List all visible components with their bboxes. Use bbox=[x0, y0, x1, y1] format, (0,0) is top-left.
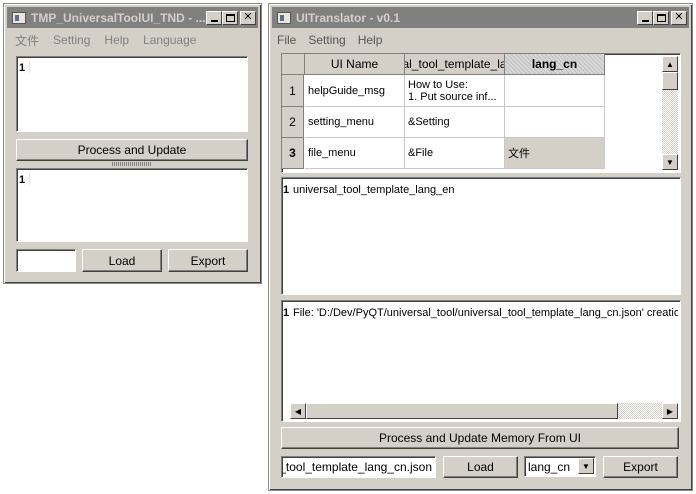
right-titlebar[interactable]: UITranslator - v0.1 ✕ bbox=[272, 7, 689, 28]
column-header[interactable]: al_tool_template_la bbox=[405, 54, 505, 75]
close-icon[interactable]: ✕ bbox=[240, 10, 256, 25]
close-icon[interactable]: ✕ bbox=[671, 10, 687, 25]
maximize-icon[interactable] bbox=[222, 10, 238, 25]
log-horizontal-scrollbar[interactable]: ◀ ▶ bbox=[290, 403, 678, 419]
table-cell[interactable]: &File bbox=[405, 138, 505, 169]
scroll-left-icon[interactable]: ◀ bbox=[290, 403, 306, 419]
table-cell[interactable]: 文件 bbox=[505, 138, 605, 169]
table-cell[interactable]: How to Use: 1. Put source inf... bbox=[405, 75, 505, 107]
language-select[interactable]: lang_cn ▼ bbox=[524, 456, 596, 477]
scroll-up-icon[interactable]: ▲ bbox=[662, 56, 678, 72]
scroll-thumb[interactable] bbox=[306, 403, 618, 419]
load-button[interactable]: Load bbox=[443, 456, 518, 478]
menu-setting[interactable]: Setting bbox=[46, 33, 97, 47]
app-icon bbox=[277, 11, 291, 24]
cell-line: How to Use: bbox=[408, 78, 468, 91]
table-vertical-scrollbar[interactable]: ▲ ▼ bbox=[662, 56, 678, 170]
row-header[interactable]: 2 bbox=[282, 107, 304, 138]
right-window: UITranslator - v0.1 ✕ File Setting Help … bbox=[268, 3, 693, 491]
export-button[interactable]: Export bbox=[603, 456, 678, 478]
name-input[interactable] bbox=[16, 249, 76, 272]
top-editor[interactable]: 1 bbox=[16, 56, 248, 132]
line-number: 1 bbox=[19, 62, 26, 74]
language-list-editor[interactable]: 1 universal_tool_template_lang_en bbox=[281, 177, 681, 295]
menu-help[interactable]: Help bbox=[97, 33, 136, 47]
menu-file[interactable]: File bbox=[271, 33, 302, 47]
minimize-icon[interactable] bbox=[206, 10, 222, 25]
left-titlebar[interactable]: TMP_UniversalToolUI_TND - ... ✕ bbox=[7, 7, 258, 28]
scroll-down-icon[interactable]: ▼ bbox=[662, 154, 678, 170]
line-number: 1 bbox=[19, 174, 26, 186]
left-window: TMP_UniversalToolUI_TND - ... ✕ 文件 Setti… bbox=[3, 3, 262, 284]
row-header[interactable]: 3 bbox=[282, 138, 304, 169]
menu-file[interactable]: 文件 bbox=[8, 32, 46, 49]
log-output[interactable]: 1 File: 'D:/Dev/PyQT/universal_tool/univ… bbox=[281, 300, 681, 422]
table-cell[interactable]: setting_menu bbox=[305, 107, 405, 138]
log-text: File: 'D:/Dev/PyQT/universal_tool/univer… bbox=[293, 307, 678, 319]
table-cell[interactable] bbox=[505, 75, 605, 107]
app-icon bbox=[12, 11, 26, 24]
bottom-editor[interactable]: 1 bbox=[16, 168, 248, 242]
column-header[interactable]: lang_cn bbox=[505, 54, 605, 75]
language-list-text: universal_tool_template_lang_en bbox=[293, 184, 455, 196]
translation-table: UI Name al_tool_template_la lang_cn 1 he… bbox=[281, 53, 681, 173]
menu-help[interactable]: Help bbox=[352, 33, 389, 47]
line-number-divider bbox=[29, 61, 30, 73]
line-number: 1 bbox=[283, 307, 290, 319]
table-cell[interactable] bbox=[505, 107, 605, 138]
splitter-handle[interactable] bbox=[112, 162, 152, 166]
load-button[interactable]: Load bbox=[82, 249, 162, 272]
line-number: 1 bbox=[283, 184, 290, 196]
process-update-button[interactable]: Process and Update bbox=[16, 139, 248, 161]
file-input[interactable]: al_tool_template_lang_cn.json bbox=[281, 456, 436, 478]
table-cell[interactable]: helpGuide_msg bbox=[305, 75, 405, 107]
process-update-memory-button[interactable]: Process and Update Memory From UI bbox=[281, 427, 679, 449]
line-number-divider bbox=[29, 173, 30, 185]
language-select-value: lang_cn bbox=[528, 459, 571, 474]
export-button[interactable]: Export bbox=[168, 249, 248, 272]
menu-language[interactable]: Language bbox=[136, 33, 203, 47]
maximize-icon[interactable] bbox=[653, 10, 669, 25]
right-menubar: File Setting Help bbox=[271, 30, 688, 50]
column-header[interactable]: UI Name bbox=[305, 54, 405, 75]
table-cell[interactable]: file_menu bbox=[305, 138, 405, 169]
right-window-title: UITranslator - v0.1 bbox=[296, 10, 401, 25]
menu-setting[interactable]: Setting bbox=[302, 33, 351, 47]
scroll-right-icon[interactable]: ▶ bbox=[662, 403, 678, 419]
scroll-thumb[interactable] bbox=[662, 72, 678, 90]
table-cell[interactable]: &Setting bbox=[405, 107, 505, 138]
minimize-icon[interactable] bbox=[637, 10, 653, 25]
row-header[interactable]: 1 bbox=[282, 75, 304, 107]
left-menubar: 文件 Setting Help Language bbox=[8, 30, 257, 50]
cell-line: 1. Put source inf... bbox=[408, 90, 497, 103]
table-corner[interactable] bbox=[282, 54, 305, 75]
left-window-title: TMP_UniversalToolUI_TND - ... bbox=[31, 10, 206, 25]
chevron-down-icon[interactable]: ▼ bbox=[578, 458, 594, 474]
